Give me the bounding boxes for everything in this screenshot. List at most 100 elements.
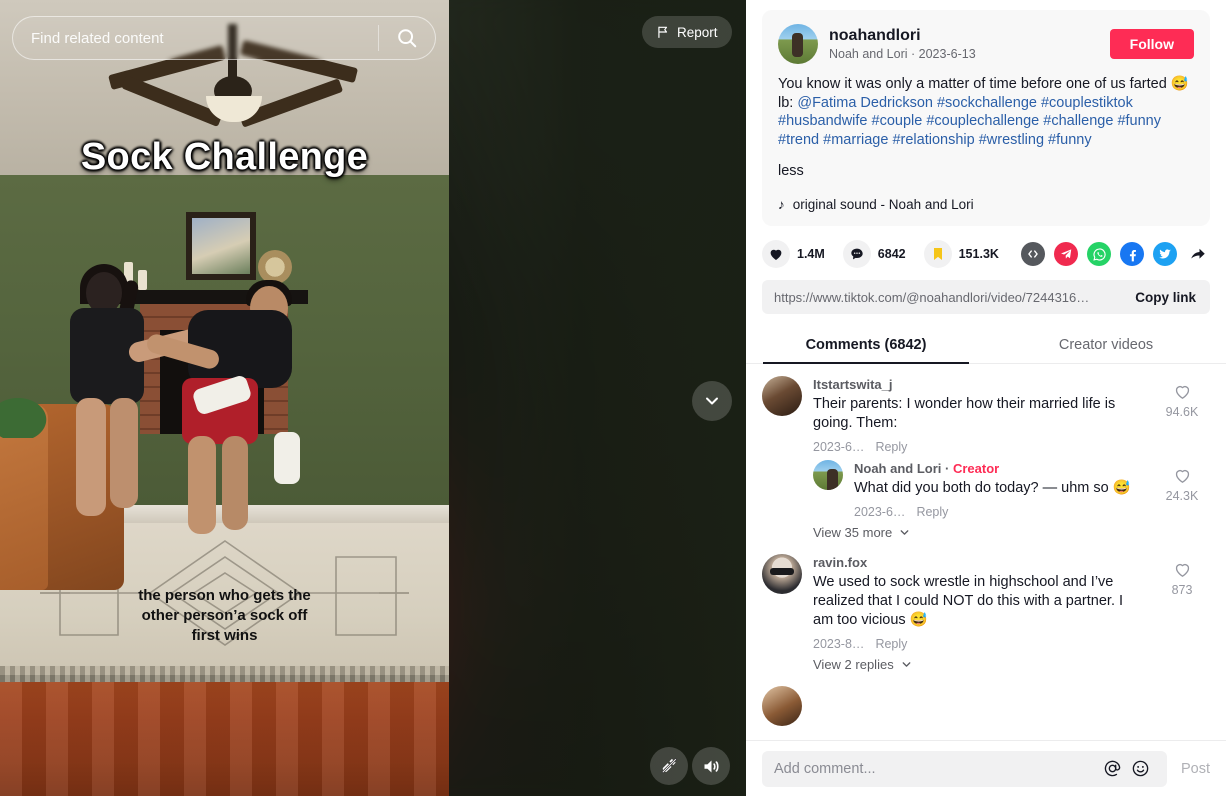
dot-separator: · <box>911 46 919 61</box>
bookmark-button[interactable] <box>923 240 952 268</box>
at-icon[interactable] <box>1099 759 1127 778</box>
whatsapp-icon[interactable] <box>1087 242 1111 266</box>
hashtag[interactable]: #couplestiktok <box>1041 95 1133 111</box>
author-avatar[interactable] <box>778 24 818 64</box>
view-more-replies-button[interactable]: View 2 replies <box>813 657 1210 672</box>
tiktok-video-page: Sock Challenge the person who gets the o… <box>0 0 1226 796</box>
facebook-icon[interactable] <box>1120 242 1144 266</box>
video-player[interactable]: Sock Challenge the person who gets the o… <box>0 0 449 796</box>
comment-item: Itstartswita_j Their parents: I wonder h… <box>762 376 1210 454</box>
share-link-row: https://www.tiktok.com/@noahandlori/vide… <box>762 280 1210 314</box>
comment-body: Itstartswita_j Their parents: I wonder h… <box>813 376 1143 454</box>
clear-mode-button[interactable] <box>650 747 688 785</box>
commenter-avatar[interactable] <box>762 554 802 594</box>
telegram-icon[interactable] <box>1054 242 1078 266</box>
video-url[interactable]: https://www.tiktok.com/@noahandlori/vide… <box>774 290 1125 305</box>
comment-meta: 2023-8… Reply <box>813 637 1143 651</box>
hashtag[interactable]: #funny <box>1117 113 1161 129</box>
comment-reply-button[interactable]: Reply <box>875 440 907 454</box>
comment-like[interactable]: 873 <box>1154 554 1210 651</box>
post-comment-button[interactable]: Post <box>1177 761 1210 777</box>
hashtag[interactable]: #marriage <box>823 132 888 148</box>
chevron-down-icon <box>900 530 909 535</box>
like-button[interactable] <box>762 240 790 268</box>
like-stat[interactable]: 1.4M <box>762 240 825 268</box>
chevron-down-icon <box>706 397 718 405</box>
search-button[interactable] <box>379 27 435 49</box>
comment-body: ravin.fox We used to sock wrestle in hig… <box>813 554 1143 651</box>
comment-like-count: 94.6K <box>1165 405 1199 419</box>
overlay-sub-line-1: the person who gets the <box>138 587 311 604</box>
comments-list[interactable]: Itstartswita_j Their parents: I wonder h… <box>746 364 1226 740</box>
comment-composer: Post <box>746 740 1226 796</box>
comment-input[interactable] <box>774 760 1099 777</box>
share-targets <box>1021 242 1210 266</box>
caption-text: You know it was only a matter of time be… <box>778 76 1167 92</box>
comment-button[interactable] <box>842 240 871 268</box>
music-note-icon: ♪ <box>778 197 785 212</box>
reply-body: Noah and Lori · Creator What did you bot… <box>854 460 1143 519</box>
hashtag[interactable]: #challenge <box>1043 113 1113 129</box>
copy-link-button[interactable]: Copy link <box>1125 290 1196 305</box>
comment-reply-button[interactable]: Reply <box>875 637 907 651</box>
follow-button[interactable]: Follow <box>1109 29 1194 59</box>
wall-art <box>186 212 256 280</box>
replier-username[interactable]: Noah and Lori · Creator <box>854 460 1143 478</box>
hashtag[interactable]: #couple <box>872 113 923 129</box>
view-more-replies-button[interactable]: View 35 more <box>813 525 1210 540</box>
hashtag[interactable]: #relationship <box>892 132 974 148</box>
scene-floor-grain <box>0 682 449 796</box>
search-bar[interactable] <box>12 16 436 60</box>
tab-creator-videos[interactable]: Creator videos <box>986 326 1226 363</box>
reply-item: Noah and Lori · Creator What did you bot… <box>813 460 1210 519</box>
report-label: Report <box>677 24 718 40</box>
hashtag[interactable]: #trend <box>778 132 819 148</box>
author-row: noahandlori Noah and Lori · 2023-6-13 Fo… <box>778 24 1194 64</box>
comment-stat[interactable]: 6842 <box>842 240 906 268</box>
commenter-avatar[interactable] <box>762 686 802 726</box>
volume-button[interactable] <box>692 747 730 785</box>
plant <box>0 392 54 438</box>
hashtag[interactable]: #couplechallenge <box>926 113 1039 129</box>
comment-meta: 2023-6… Reply <box>813 440 1143 454</box>
embed-icon[interactable] <box>1021 242 1045 266</box>
caption-lb: lb: <box>778 94 794 111</box>
replier-avatar[interactable] <box>813 460 843 490</box>
sock <box>274 432 300 484</box>
caption-mention[interactable]: @Fatima Dedrickson <box>797 95 933 111</box>
comment-icon <box>851 248 863 260</box>
video-overlay-title: Sock Challenge <box>80 136 369 178</box>
reply-text: What did you both do today? — uhm so 😅 <box>854 480 1131 496</box>
bookmark-stat[interactable]: 151.3K <box>923 240 999 268</box>
comment-input-box[interactable] <box>762 750 1167 787</box>
share-arrow-icon[interactable] <box>1186 242 1210 266</box>
commenter-avatar[interactable] <box>762 376 802 416</box>
commenter-username[interactable]: ravin.fox <box>813 554 1143 572</box>
twitter-icon[interactable] <box>1153 242 1177 266</box>
comment-text: Their parents: I wonder how their marrie… <box>813 396 1116 431</box>
hashtag[interactable]: #wrestling <box>979 132 1044 148</box>
next-video-button[interactable] <box>692 381 732 421</box>
comment-like[interactable]: 94.6K <box>1154 376 1210 454</box>
hashtag[interactable]: #funny <box>1048 132 1092 148</box>
search-input[interactable] <box>13 17 378 59</box>
hashtag[interactable]: #sockchallenge <box>937 95 1037 111</box>
author-username[interactable]: noahandlori <box>829 26 1099 45</box>
show-less-button[interactable]: less <box>778 163 1194 179</box>
reply-reply-button[interactable]: Reply <box>916 505 948 519</box>
commenter-username[interactable]: Itstartswita_j <box>813 376 1143 394</box>
tab-comments[interactable]: Comments (6842) <box>746 326 986 363</box>
emoji-icon[interactable] <box>1127 759 1155 778</box>
music-label: original sound - Noah and Lori <box>792 197 974 212</box>
reply-like[interactable]: 24.3K <box>1154 460 1210 519</box>
report-button[interactable]: Report <box>642 16 732 48</box>
replier-name: Noah and Lori <box>854 461 942 476</box>
panel-tabs: Comments (6842) Creator videos <box>746 326 1226 364</box>
comment-body <box>813 686 1210 726</box>
author-nickname: Noah and Lori <box>829 46 908 61</box>
clear-mode-off-icon <box>661 757 678 774</box>
hashtag[interactable]: #husbandwife <box>778 113 868 129</box>
comment-item: ravin.fox We used to sock wrestle in hig… <box>762 554 1210 651</box>
music-row[interactable]: ♪ original sound - Noah and Lori <box>778 197 1194 212</box>
comment-replies: Noah and Lori · Creator What did you bot… <box>813 460 1210 519</box>
